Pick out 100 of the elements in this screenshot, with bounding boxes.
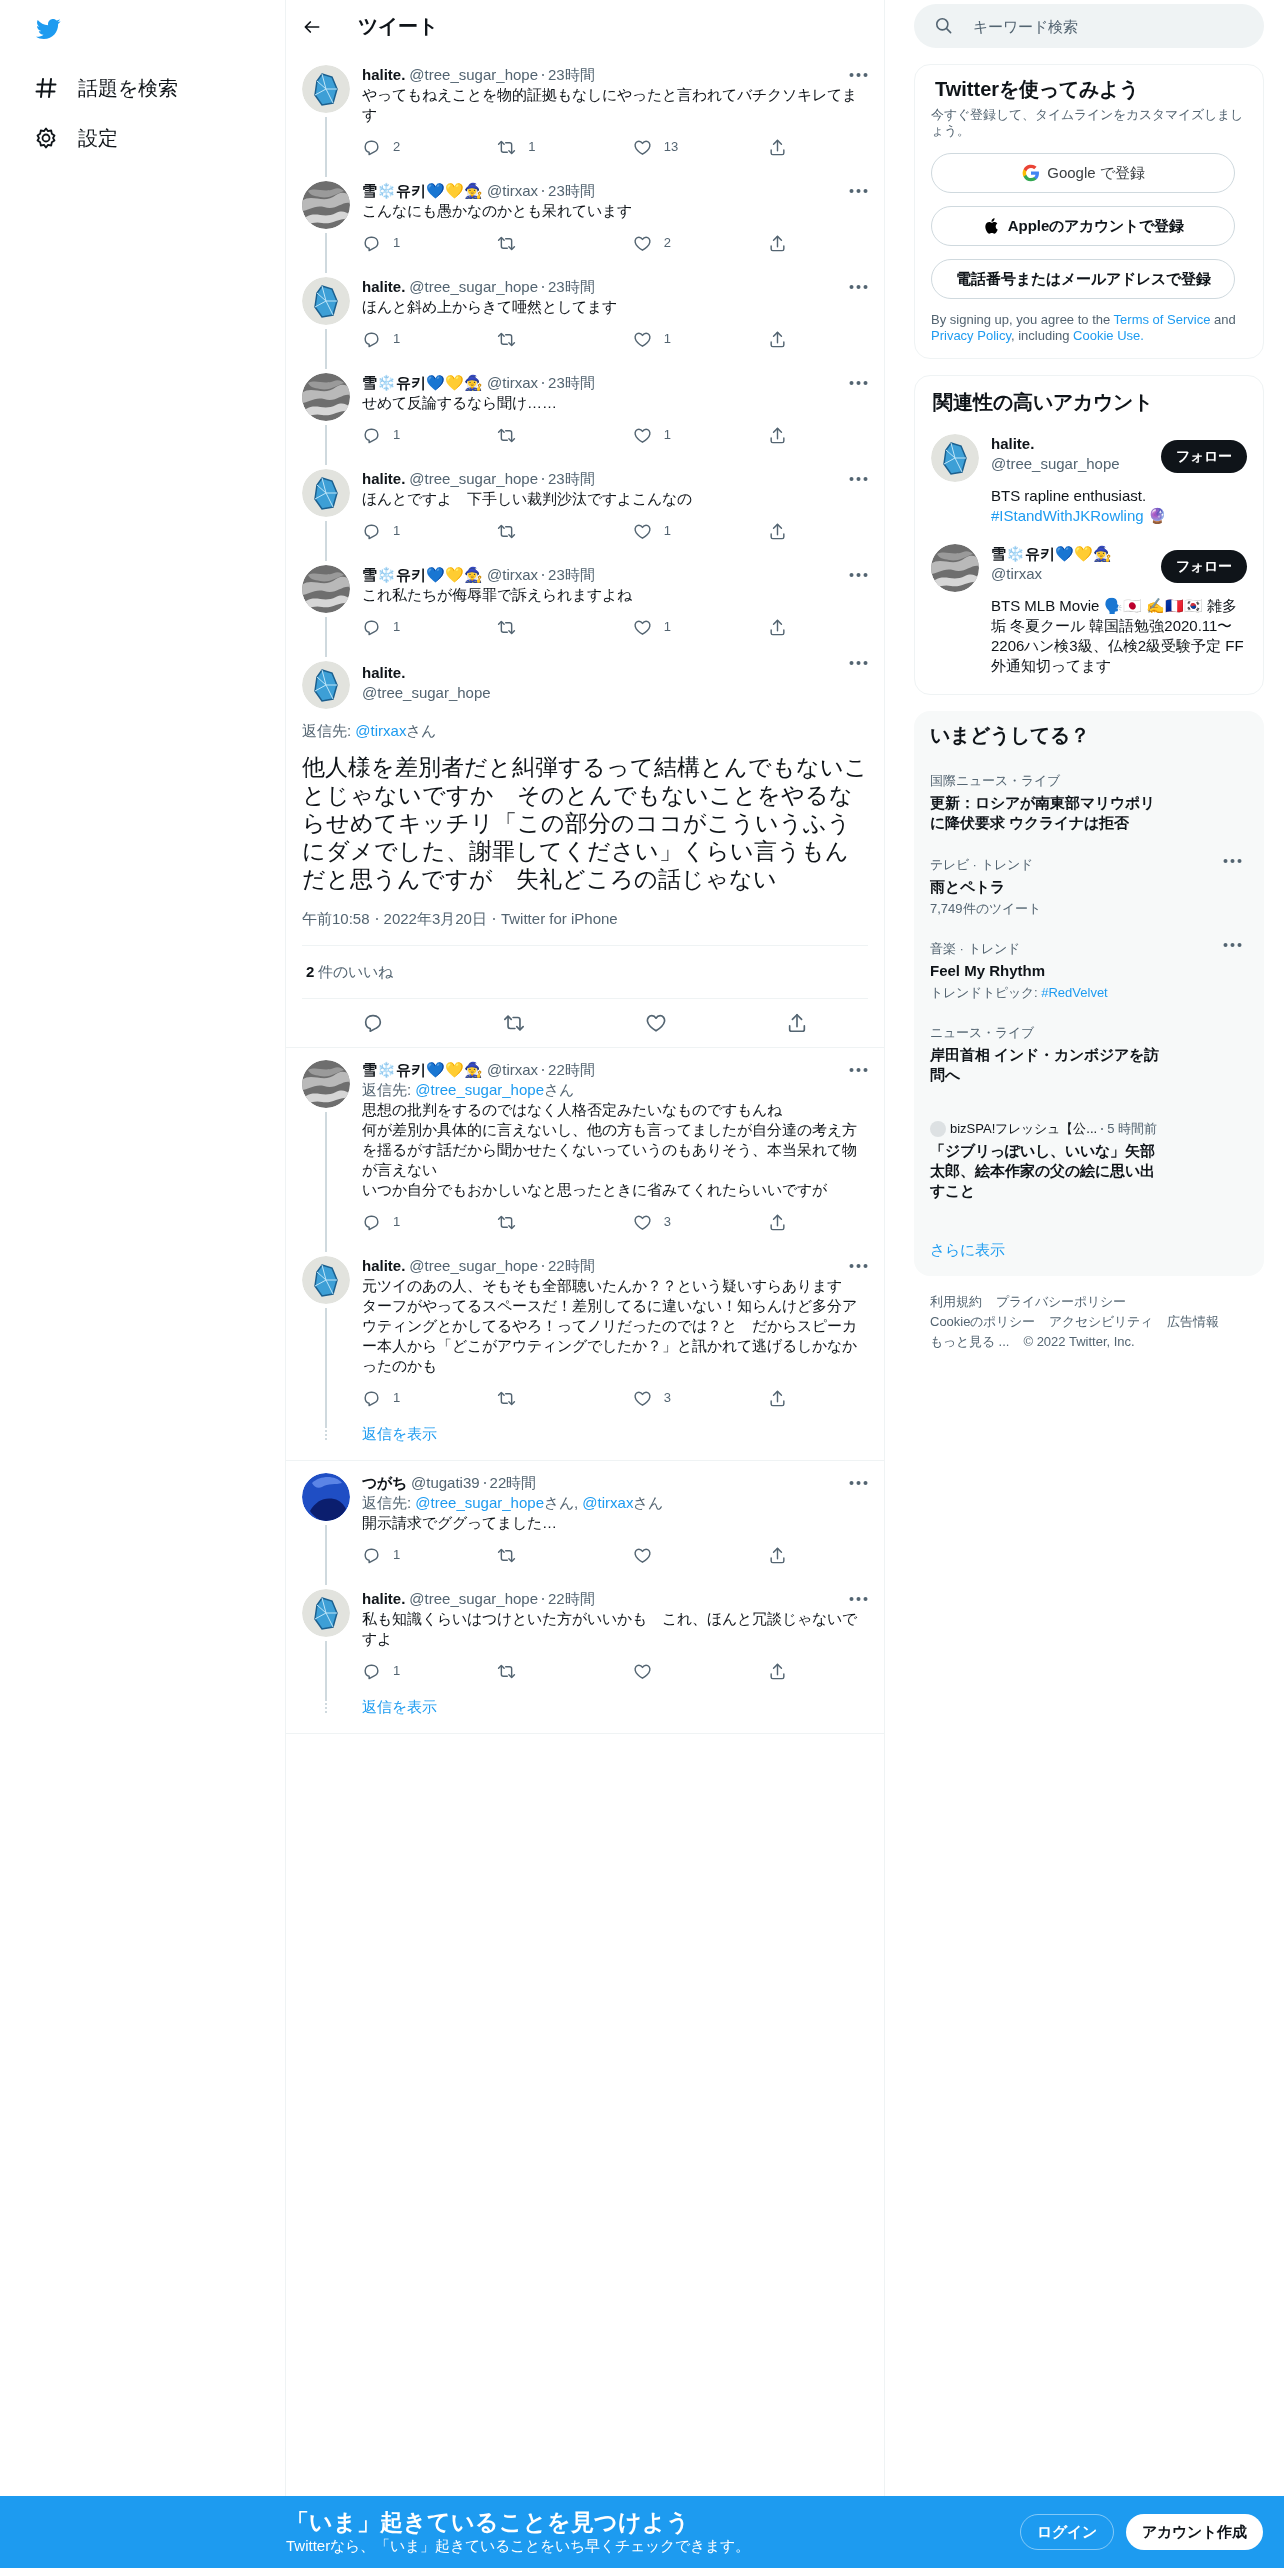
- author-handle[interactable]: @tree_sugar_hope: [409, 1256, 538, 1276]
- trend-item[interactable]: テレビ · トレンド 雨とペトラ 7,749件のツイート: [930, 857, 1248, 917]
- author-name[interactable]: halite.: [362, 469, 406, 489]
- more-button[interactable]: [849, 1481, 868, 1485]
- footer-link[interactable]: プライバシーポリシー: [996, 1292, 1126, 1312]
- reply-button[interactable]: 1: [362, 329, 401, 349]
- footer-link[interactable]: アクセシビリティ: [1049, 1312, 1154, 1332]
- timestamp[interactable]: 23時間: [548, 277, 595, 297]
- more-button[interactable]: [849, 73, 868, 77]
- more-button[interactable]: [849, 381, 868, 385]
- search-field[interactable]: キーワード検索: [914, 4, 1264, 48]
- reply-button[interactable]: 1: [362, 617, 401, 637]
- nav-link[interactable]: 話題を検索: [34, 68, 178, 108]
- timestamp[interactable]: 23時間: [548, 565, 595, 585]
- share-button[interactable]: [768, 329, 787, 349]
- more-button[interactable]: [849, 189, 868, 193]
- footer-link[interactable]: 広告情報: [1167, 1312, 1220, 1332]
- trend-item[interactable]: ニュース・ライブ 岸田首相 インド・カンボジアを訪問へ: [930, 1025, 1248, 1085]
- avatar[interactable]: [302, 1256, 350, 1304]
- trend-item[interactable]: bizSPA!フレッシュ【公... 5 時間前 「ジブリっぽいし、いいな」矢部太郎、絵本作家の父の絵に思い出すこと: [930, 1121, 1248, 1201]
- author-name[interactable]: halite.: [362, 277, 406, 297]
- like-button[interactable]: 2: [632, 233, 671, 253]
- author-name[interactable]: 雪❄유키💙💛🧙‍♀: [362, 565, 483, 585]
- follow-button[interactable]: フォロー: [1161, 550, 1247, 583]
- author-name[interactable]: halite.: [362, 663, 491, 683]
- timestamp[interactable]: 22時間: [489, 1473, 537, 1493]
- footer-link[interactable]: Cookieのポリシー: [930, 1312, 1036, 1332]
- timestamp[interactable]: 23時間: [548, 373, 595, 393]
- retweet-button[interactable]: 1: [497, 137, 536, 157]
- more-button[interactable]: [849, 285, 868, 289]
- signup-button[interactable]: Appleのアカウントで登録: [931, 206, 1235, 246]
- share-button[interactable]: [768, 233, 787, 253]
- avatar[interactable]: [302, 277, 350, 325]
- share-button[interactable]: [768, 1212, 787, 1232]
- like-button[interactable]: 3: [632, 1212, 671, 1232]
- reply-button[interactable]: 1: [362, 521, 401, 541]
- avatar[interactable]: [302, 1589, 350, 1637]
- like-button[interactable]: 1: [632, 617, 671, 637]
- author-name[interactable]: 雪❄유키💙💛🧙‍♀: [362, 1060, 483, 1080]
- timestamp[interactable]: 23時間: [548, 469, 595, 489]
- avatar[interactable]: [302, 469, 350, 517]
- like-button[interactable]: [644, 1012, 667, 1034]
- more-button[interactable]: [849, 477, 868, 481]
- share-button[interactable]: [768, 425, 787, 445]
- author-handle[interactable]: @tree_sugar_hope: [362, 683, 491, 703]
- likes-label[interactable]: 件のいいね: [318, 962, 394, 982]
- account-name[interactable]: 雪❄유키💙💛🧙‍♀: [991, 544, 1149, 564]
- share-button[interactable]: [768, 521, 787, 541]
- author-handle[interactable]: @tree_sugar_hope: [409, 469, 538, 489]
- author-name[interactable]: 雪❄유키💙💛🧙‍♀: [362, 181, 483, 201]
- signup-button[interactable]: Google で登録: [931, 153, 1235, 193]
- account-handle[interactable]: @tirxax: [991, 564, 1149, 584]
- author-name[interactable]: halite.: [362, 65, 406, 85]
- more-button[interactable]: [849, 1264, 868, 1268]
- tweet-meta[interactable]: 午前10:58: [302, 909, 370, 929]
- footer-link[interactable]: もっと見る ...: [930, 1332, 1010, 1352]
- avatar[interactable]: [302, 65, 350, 113]
- author-handle[interactable]: @tree_sugar_hope: [409, 65, 538, 85]
- reply-button[interactable]: 1: [362, 1212, 401, 1232]
- avatar[interactable]: [302, 1473, 350, 1521]
- bird-logo[interactable]: [35, 16, 61, 42]
- more-button[interactable]: [849, 573, 868, 577]
- footer-link[interactable]: 利用規約: [930, 1292, 982, 1312]
- more-button[interactable]: [849, 1597, 868, 1601]
- account-name[interactable]: halite.: [991, 434, 1149, 454]
- reply-button[interactable]: 1: [362, 425, 401, 445]
- like-button[interactable]: 3: [632, 1388, 671, 1408]
- signup-button[interactable]: 電話番号またはメールアドレスで登録: [931, 259, 1235, 299]
- timestamp[interactable]: 22時間: [548, 1256, 595, 1276]
- author-name[interactable]: halite.: [362, 1256, 406, 1276]
- timestamp[interactable]: 23時間: [548, 65, 595, 85]
- more-button[interactable]: [849, 661, 868, 665]
- share-button[interactable]: [768, 1545, 787, 1565]
- author-handle[interactable]: @tugati39: [411, 1473, 480, 1493]
- timestamp[interactable]: 22時間: [548, 1589, 595, 1609]
- share-button[interactable]: [768, 137, 787, 157]
- author-handle[interactable]: @tirxax: [487, 181, 539, 201]
- share-button[interactable]: [768, 1661, 787, 1681]
- reply-button[interactable]: 1: [362, 1388, 401, 1408]
- more-button[interactable]: [849, 1068, 868, 1072]
- trend-item[interactable]: 国際ニュース・ライブ 更新：ロシアが南東部マリウポリに降伏要求 ウクライナは拒否: [930, 773, 1248, 833]
- likes-count[interactable]: 2: [306, 962, 315, 982]
- author-name[interactable]: つがち: [362, 1473, 407, 1493]
- like-button[interactable]: 1: [632, 425, 671, 445]
- share-button[interactable]: [768, 1388, 787, 1408]
- like-button[interactable]: 1: [632, 521, 671, 541]
- signup-button[interactable]: アカウント作成: [1126, 2514, 1263, 2550]
- avatar[interactable]: [302, 661, 350, 709]
- account-handle[interactable]: @tree_sugar_hope: [991, 454, 1149, 474]
- like-button[interactable]: 13: [632, 137, 679, 157]
- reply-button[interactable]: 1: [362, 233, 401, 253]
- author-name[interactable]: 雪❄유키💙💛🧙‍♀: [362, 373, 483, 393]
- author-handle[interactable]: @tree_sugar_hope: [409, 277, 538, 297]
- author-handle[interactable]: @tree_sugar_hope: [409, 1589, 538, 1609]
- like-button[interactable]: 1: [632, 329, 671, 349]
- share-button[interactable]: [768, 617, 787, 637]
- reply-button[interactable]: 2: [362, 137, 401, 157]
- author-name[interactable]: halite.: [362, 1589, 406, 1609]
- follow-button[interactable]: フォロー: [1161, 440, 1247, 473]
- nav-link[interactable]: 設定: [34, 118, 118, 158]
